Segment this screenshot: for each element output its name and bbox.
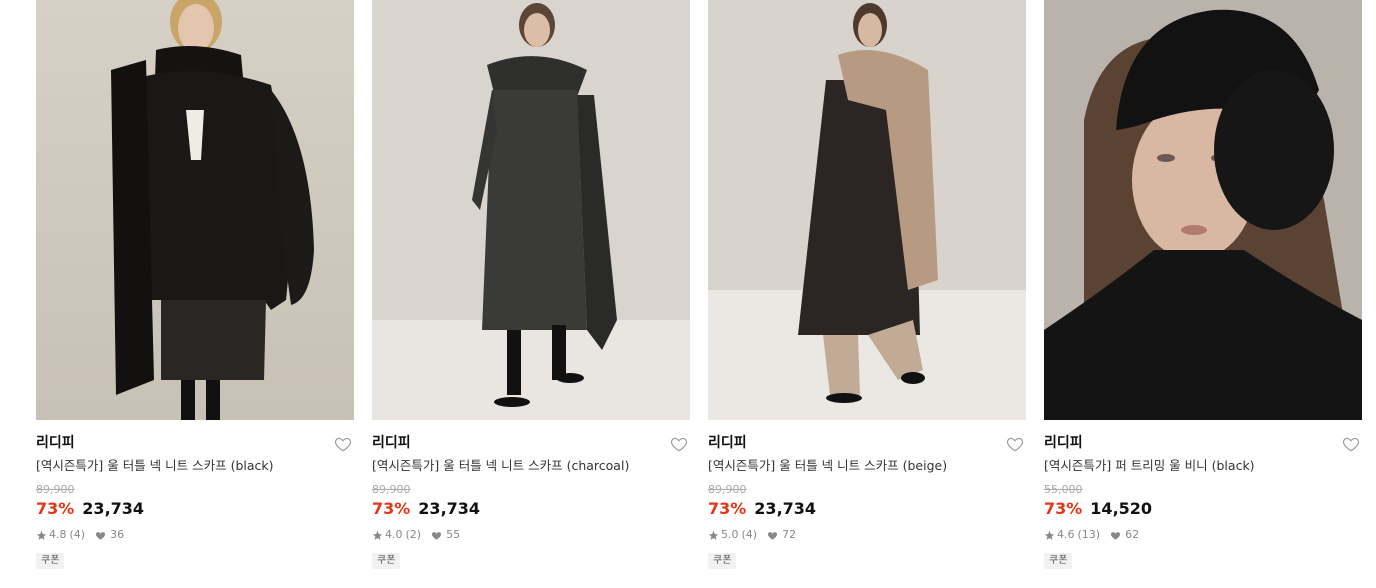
star-icon <box>36 530 47 540</box>
rating: 4.6 <box>1057 528 1075 541</box>
review-count: (13) <box>1077 528 1101 541</box>
discount-rate: 73% <box>372 499 411 518</box>
coupon-badge: 쿠폰 <box>36 553 65 569</box>
product-card[interactable]: 리디피 [역시즌특가] 울 터틀 넥 니트 스카프 (black) 89,900… <box>36 0 354 569</box>
original-price: 55,000 <box>1044 483 1083 496</box>
coupon-badge: 쿠폰 <box>1044 553 1073 569</box>
product-meta: 4.0 (2) 55 <box>372 528 690 542</box>
product-meta: 4.6 (13) 62 <box>1044 528 1362 542</box>
product-name[interactable]: [역시즌특가] 울 터틀 넥 니트 스카프 (beige) <box>708 458 1026 474</box>
product-meta: 5.0 (4) 72 <box>708 528 1026 542</box>
heart-outline-icon[interactable] <box>670 435 688 453</box>
sale-price: 23,734 <box>82 499 145 518</box>
original-price: 89,900 <box>708 483 747 496</box>
review-count: (4) <box>69 528 86 541</box>
price-row: 73% 23,734 <box>372 499 690 519</box>
brand-name[interactable]: 리디피 <box>1044 434 1362 452</box>
rating: 4.8 <box>49 528 67 541</box>
product-card[interactable]: 리디피 [역시즌특가] 퍼 트리밍 울 비니 (black) 55,000 73… <box>1044 0 1362 569</box>
sale-price: 23,734 <box>754 499 817 518</box>
product-card[interactable]: 리디피 [역시즌특가] 울 터틀 넥 니트 스카프 (charcoal) 89,… <box>372 0 690 569</box>
price-row: 73% 23,734 <box>36 499 354 519</box>
product-name[interactable]: [역시즌특가] 울 터틀 넥 니트 스카프 (black) <box>36 458 354 474</box>
discount-rate: 73% <box>36 499 75 518</box>
product-meta: 4.8 (4) 36 <box>36 528 354 542</box>
star-icon <box>372 530 383 540</box>
rating: 5.0 <box>721 528 739 541</box>
like-count: 36 <box>110 528 125 541</box>
original-price: 89,900 <box>36 483 75 496</box>
coupon-badge: 쿠폰 <box>708 553 737 569</box>
product-card[interactable]: 리디피 [역시즌특가] 울 터틀 넥 니트 스카프 (beige) 89,900… <box>708 0 1026 569</box>
sale-price: 14,520 <box>1090 499 1153 518</box>
like-count: 55 <box>446 528 461 541</box>
product-image[interactable] <box>1044 0 1362 420</box>
coupon-badge: 쿠폰 <box>372 553 401 569</box>
brand-name[interactable]: 리디피 <box>708 434 1026 452</box>
heart-outline-icon[interactable] <box>334 435 352 453</box>
product-image[interactable] <box>36 0 354 420</box>
star-icon <box>708 530 719 540</box>
discount-rate: 73% <box>1044 499 1083 518</box>
price-row: 73% 14,520 <box>1044 499 1362 519</box>
brand-name[interactable]: 리디피 <box>372 434 690 452</box>
review-count: (2) <box>405 528 422 541</box>
heart-filled-icon <box>432 531 442 540</box>
price-row: 73% 23,734 <box>708 499 1026 519</box>
star-icon <box>1044 530 1055 540</box>
heart-filled-icon <box>96 531 106 540</box>
heart-outline-icon[interactable] <box>1342 435 1360 453</box>
product-image[interactable] <box>372 0 690 420</box>
original-price: 89,900 <box>372 483 411 496</box>
rating: 4.0 <box>385 528 403 541</box>
discount-rate: 73% <box>708 499 747 518</box>
like-count: 72 <box>782 528 797 541</box>
product-name[interactable]: [역시즌특가] 울 터틀 넥 니트 스카프 (charcoal) <box>372 458 690 474</box>
like-count: 62 <box>1125 528 1140 541</box>
product-image[interactable] <box>708 0 1026 420</box>
heart-filled-icon <box>1111 531 1121 540</box>
product-name[interactable]: [역시즌특가] 퍼 트리밍 울 비니 (black) <box>1044 458 1362 474</box>
brand-name[interactable]: 리디피 <box>36 434 354 452</box>
product-grid: 리디피 [역시즌특가] 울 터틀 넥 니트 스카프 (black) 89,900… <box>36 0 1362 569</box>
heart-outline-icon[interactable] <box>1006 435 1024 453</box>
review-count: (4) <box>741 528 758 541</box>
sale-price: 23,734 <box>418 499 481 518</box>
heart-filled-icon <box>768 531 778 540</box>
